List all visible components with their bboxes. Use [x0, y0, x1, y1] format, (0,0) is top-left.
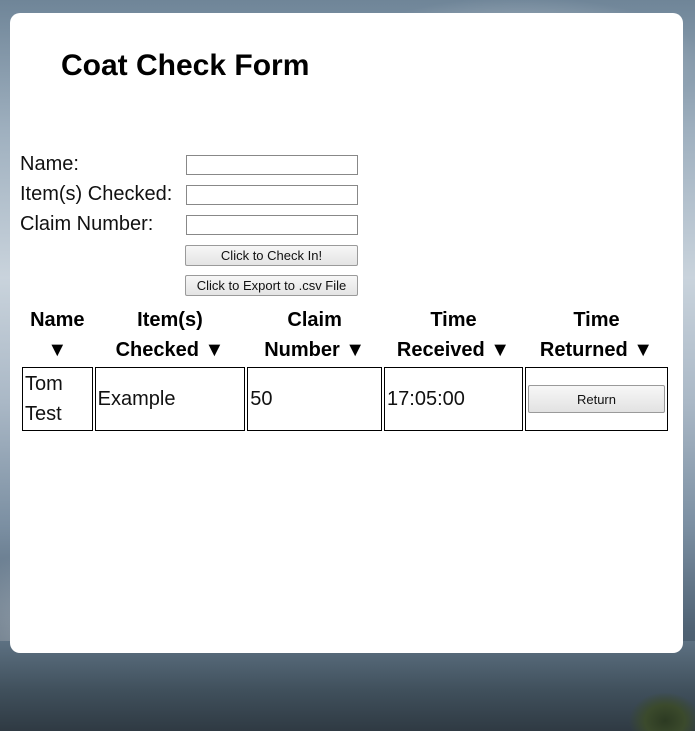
cell-claim-number: 50	[247, 367, 383, 431]
table-row: Tom Test Example 50 17:05:00 Return	[22, 367, 668, 431]
cell-time-returned: Return	[524, 367, 668, 431]
header-name-sort: ▼	[47, 339, 68, 361]
header-claim-line2: Number ▼	[264, 339, 366, 361]
header-items-checked[interactable]: Item(s) Checked ▼	[95, 305, 246, 365]
table-header-row: Name ▼ Item(s) Checked ▼ Claim Number ▼ …	[22, 305, 668, 365]
name-input[interactable]	[186, 155, 358, 175]
header-returned-line1: Time	[573, 309, 620, 331]
cell-name: Tom Test	[22, 367, 93, 431]
background-mountains	[0, 641, 695, 731]
items-checked-label: Item(s) Checked:	[20, 183, 173, 205]
cell-items: Example	[94, 367, 246, 431]
header-items-line2: Checked ▼	[115, 339, 225, 361]
claim-number-label: Claim Number:	[20, 213, 154, 235]
header-claim-number[interactable]: Claim Number ▼	[247, 305, 382, 365]
name-label: Name:	[20, 153, 79, 175]
header-time-returned[interactable]: Time Returned ▼	[525, 305, 668, 365]
return-button[interactable]: Return	[527, 385, 665, 413]
cell-time-received: 17:05:00	[384, 367, 523, 431]
header-received-line2: Received ▼	[396, 339, 511, 361]
header-claim-line1: Claim	[287, 309, 342, 331]
header-time-received[interactable]: Time Received ▼	[384, 305, 523, 365]
form-card: Coat Check Form Name: Item(s) Checked: C…	[10, 13, 683, 653]
export-csv-button[interactable]: Click to Export to .csv File	[185, 275, 358, 296]
coat-check-table: Name ▼ Item(s) Checked ▼ Claim Number ▼ …	[20, 303, 670, 433]
check-in-button[interactable]: Click to Check In!	[185, 245, 358, 266]
items-checked-input[interactable]	[186, 185, 358, 205]
header-name[interactable]: Name ▼	[22, 305, 93, 365]
header-name-line1: Name	[30, 309, 85, 331]
background-tree	[605, 671, 695, 731]
page-title: Coat Check Form	[61, 49, 310, 82]
claim-number-input[interactable]	[186, 215, 358, 235]
header-received-line1: Time	[430, 309, 477, 331]
header-returned-line2: Returned ▼	[539, 339, 654, 361]
header-items-line1: Item(s)	[137, 309, 203, 331]
